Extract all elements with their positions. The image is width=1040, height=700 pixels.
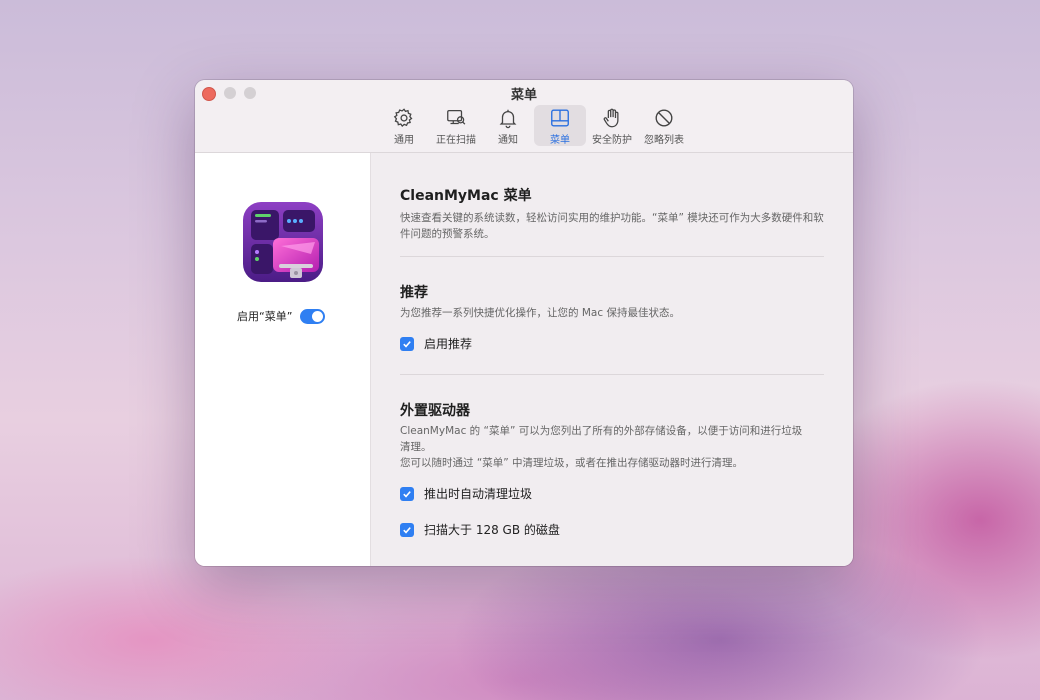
- scan-icon: [447, 110, 466, 125]
- scan-large-disks-checkbox[interactable]: [400, 522, 414, 537]
- gear-icon: [393, 108, 413, 128]
- scan-large-disks-checkbox-row[interactable]: 扫描大于 128 GB 的磁盘: [400, 521, 560, 538]
- tab-label: 正在扫描: [436, 135, 476, 146]
- recommend-description: 为您推荐一系列快捷优化操作，让您的 Mac 保持最佳状态。: [400, 307, 680, 319]
- auto-clean-checkbox[interactable]: [400, 486, 414, 501]
- tab-protection[interactable]: 安全防护: [586, 105, 638, 146]
- ignore-icon: [655, 109, 673, 127]
- bell-icon: [499, 109, 517, 129]
- menu-icon: [551, 109, 569, 127]
- enable-recommend-checkbox-row[interactable]: 启用推荐: [400, 335, 472, 352]
- tab-notifications[interactable]: 通知: [482, 105, 534, 146]
- intro-title: CleanMyMac 菜单: [400, 188, 532, 204]
- enable-menu-label: 启用“菜单”: [237, 310, 293, 323]
- tab-general[interactable]: 通用: [378, 105, 430, 146]
- divider: [400, 256, 824, 257]
- enable-recommend-checkbox[interactable]: [400, 336, 414, 351]
- auto-clean-checkbox-row[interactable]: 推出时自动清理垃圾: [400, 485, 532, 502]
- drives-description-line2: 您可以随时通过 “菜单” 中清理垃圾，或者在推出存储驱动器时进行清理。: [400, 457, 744, 469]
- tab-label: 菜单: [550, 135, 570, 146]
- checkmark-icon: [403, 490, 411, 498]
- checkmark-icon: [403, 340, 411, 348]
- drives-title: 外置驱动器: [400, 403, 470, 419]
- enable-menu-toggle[interactable]: [300, 308, 326, 324]
- tab-label: 通知: [498, 135, 518, 146]
- scan-large-disks-label: 扫描大于 128 GB 的磁盘: [424, 523, 560, 537]
- enable-menu-row: 启用“菜单”: [237, 308, 326, 324]
- cleanmymac-menu-app-icon: [241, 200, 325, 284]
- drives-description: CleanMyMac 的 “菜单” 可以为您列出了所有的外部存储设备，以便于访问…: [400, 423, 810, 471]
- enable-recommend-label: 启用推荐: [424, 337, 473, 351]
- auto-clean-label: 推出时自动清理垃圾: [424, 487, 533, 501]
- recommend-title: 推荐: [400, 285, 428, 301]
- tab-label: 安全防护: [592, 135, 632, 146]
- tab-label: 忽略列表: [644, 135, 684, 146]
- window-title: 菜单: [510, 88, 537, 103]
- intro-section: CleanMyMac 菜单 快速查看关键的系统读数，轻松访问实用的维护功能。“菜…: [400, 185, 824, 242]
- tab-ignore-list[interactable]: 忽略列表: [638, 105, 690, 146]
- tab-label: 通用: [394, 135, 414, 146]
- hand-icon: [603, 108, 619, 128]
- intro-description: 快速查看关键的系统读数，轻松访问实用的维护功能。“菜单” 模块还可作为大多数硬件…: [400, 212, 824, 240]
- preferences-toolbar: 通用 正在扫描 通知 菜单 安全防护 忽略列表: [378, 105, 690, 146]
- tab-menu[interactable]: 菜单: [534, 105, 586, 146]
- titlebar: 菜单 通用 正在扫描 通知 菜单 安全防护 忽略列表: [195, 80, 853, 153]
- checkmark-icon: [403, 526, 411, 534]
- divider: [400, 374, 824, 375]
- main-panel: CleanMyMac 菜单 快速查看关键的系统读数，轻松访问实用的维护功能。“菜…: [371, 153, 853, 566]
- sidebar: 启用“菜单”: [195, 153, 371, 566]
- tab-scanning[interactable]: 正在扫描: [430, 105, 482, 146]
- recommend-section: 推荐 为您推荐一系列快捷优化操作，让您的 Mac 保持最佳状态。: [400, 282, 824, 321]
- settings-window: 菜单 通用 正在扫描 通知 菜单 安全防护 忽略列表 启用“菜单” CleanM…: [195, 80, 853, 566]
- drives-description-line1: CleanMyMac 的 “菜单” 可以为您列出了所有的外部存储设备，以便于访问…: [400, 425, 803, 453]
- drives-section: 外置驱动器 CleanMyMac 的 “菜单” 可以为您列出了所有的外部存储设备…: [400, 400, 824, 471]
